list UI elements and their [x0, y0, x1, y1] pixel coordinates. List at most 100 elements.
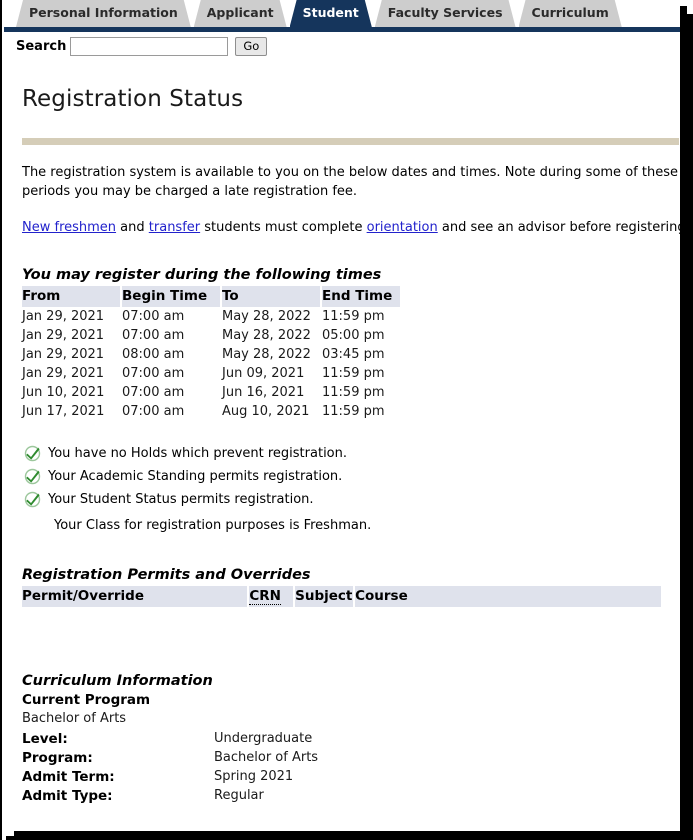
table-header-row: Permit/Override CRN Subject Course: [22, 586, 661, 607]
status-check-item: You have no Holds which prevent registra…: [22, 445, 693, 462]
curriculum-row: Level: Undergraduate: [22, 730, 318, 749]
cell-to: Aug 10, 2021: [222, 404, 310, 419]
green-check-icon: [24, 491, 41, 508]
cell-end: 05:00 pm: [322, 328, 385, 343]
curriculum-row: Admit Term: Spring 2021: [22, 768, 318, 787]
table-row: Jan 29, 2021 07:00 am May 28, 2022 05:00 pm: [22, 326, 400, 345]
cell-to: Jun 16, 2021: [222, 385, 305, 400]
notice-text-2: students must complete: [200, 220, 367, 235]
curriculum-field-label: Admit Term:: [22, 769, 115, 785]
search-label: Search: [16, 39, 67, 54]
cell-end: 11:59 pm: [322, 385, 385, 400]
curriculum-field-value: Undergraduate: [214, 731, 313, 746]
cell-from: Jan 29, 2021: [22, 309, 105, 324]
curriculum-heading: Curriculum Information: [22, 673, 213, 689]
registration-status-checklist: You have no Holds which prevent registra…: [22, 445, 693, 534]
curriculum-section: Curriculum Information Current Program B…: [22, 673, 693, 806]
column-header-crn: CRN: [249, 586, 296, 607]
register-times-heading: You may register during the following ti…: [22, 267, 382, 283]
table-row: Jun 17, 2021 07:00 am Aug 10, 2021 11:59 pm: [22, 402, 400, 421]
search-input[interactable]: [70, 37, 229, 56]
table-row: Jan 29, 2021 07:00 am May 28, 2022 11:59 pm: [22, 307, 400, 326]
column-header-subject: Subject: [295, 586, 356, 607]
page-right-border: [680, 14, 693, 840]
page-frame: Personal Information Applicant Student F…: [0, 0, 693, 840]
register-times-section: You may register during the following ti…: [22, 267, 693, 421]
curriculum-field-value: Bachelor of Arts: [214, 750, 319, 765]
curriculum-table-body: Level: Undergraduate Program: Bachelor of A…: [22, 730, 318, 806]
tab-curriculum[interactable]: Curriculum: [519, 0, 622, 27]
new-freshmen-link[interactable]: New freshmen: [22, 220, 116, 235]
notice-text-3: and see an advisor before registering fo…: [441, 220, 693, 235]
intro-paragraph: The registration system is available to …: [22, 165, 678, 199]
curriculum-table: Level: Undergraduate Program: Bachelor of A…: [22, 730, 318, 806]
cell-to: May 28, 2022: [222, 309, 311, 324]
cell-end: 11:59 pm: [322, 309, 385, 324]
curriculum-subheading: Current Program: [22, 692, 151, 708]
orientation-link[interactable]: orientation: [367, 220, 438, 235]
status-check-label: Your Academic Standing permits registrat…: [48, 469, 343, 484]
table-row: Jun 10, 2021 07:00 am Jun 16, 2021 11:59 pm: [22, 383, 400, 402]
status-check-item: Your Student Status permits registration…: [22, 491, 693, 508]
orientation-notice: New freshmen and transfer students must …: [22, 218, 693, 237]
cell-begin: 07:00 am: [122, 366, 185, 381]
cell-end: 11:59 pm: [322, 366, 385, 381]
column-header-permit-override: Permit/Override: [22, 586, 250, 607]
cell-from: Jan 29, 2021: [22, 347, 105, 362]
table-row: Jan 29, 2021 07:00 am Jun 09, 2021 11:59 pm: [22, 364, 400, 383]
column-header-end-time: End Time: [322, 286, 400, 307]
page-title: Registration Status: [22, 86, 244, 112]
cell-from: Jun 10, 2021: [22, 385, 105, 400]
title-divider: [22, 138, 679, 145]
cell-begin: 07:00 am: [122, 309, 185, 324]
column-header-from: From: [22, 286, 122, 307]
status-check-item: Your Class for registration purposes is …: [22, 517, 693, 534]
status-check-label: You have no Holds which prevent registra…: [48, 446, 347, 461]
status-check-label: Your Class for registration purposes is …: [54, 518, 372, 533]
cell-end: 11:59 pm: [322, 404, 385, 419]
cell-to: May 28, 2022: [222, 328, 311, 343]
curriculum-row: Admit Type: Regular: [22, 787, 318, 806]
permits-table: Permit/Override CRN Subject Course: [22, 586, 661, 607]
curriculum-field-label: Program:: [22, 750, 93, 766]
page-bottom-border-taper: [2, 831, 14, 840]
main-content: Registration Status The registration sys…: [2, 86, 693, 806]
status-check-item: Your Academic Standing permits registrat…: [22, 468, 693, 485]
cell-from: Jun 17, 2021: [22, 404, 105, 419]
status-check-label: Your Student Status permits registration…: [48, 492, 314, 507]
tab-applicant[interactable]: Applicant: [194, 0, 287, 27]
crn-abbreviation: CRN: [249, 588, 281, 605]
search-go-button[interactable]: Go: [235, 37, 268, 56]
table-row: Jan 29, 2021 08:00 am May 28, 2022 03:45 pm: [22, 345, 400, 364]
permits-section: Registration Permits and Overrides Permi…: [22, 567, 693, 607]
page-right-border-notch: [680, 0, 693, 14]
column-header-to: To: [222, 286, 322, 307]
cell-to: Jun 09, 2021: [222, 366, 305, 381]
curriculum-field-label: Level:: [22, 731, 68, 747]
tab-student[interactable]: Student: [290, 0, 372, 27]
cell-from: Jan 29, 2021: [22, 366, 105, 381]
cell-begin: 07:00 am: [122, 328, 185, 343]
transfer-link[interactable]: transfer: [149, 220, 200, 235]
main-tab-bar: Personal Information Applicant Student F…: [2, 0, 693, 32]
cell-begin: 07:00 am: [122, 385, 185, 400]
curriculum-field-value: Spring 2021: [214, 769, 294, 784]
curriculum-field-value: Regular: [214, 788, 264, 803]
cell-to: May 28, 2022: [222, 347, 311, 362]
table-header-row: From Begin Time To End Time: [22, 286, 400, 307]
cell-begin: 07:00 am: [122, 404, 185, 419]
curriculum-row: Program: Bachelor of Arts: [22, 749, 318, 768]
tab-personal-information[interactable]: Personal Information: [16, 0, 191, 27]
permits-heading: Registration Permits and Overrides: [22, 567, 311, 583]
search-bar: Search Go: [2, 30, 693, 62]
tab-faculty-services[interactable]: Faculty Services: [375, 0, 516, 27]
curriculum-program-name: Bachelor of Arts: [22, 711, 127, 726]
page-bottom-border: [12, 831, 693, 840]
curriculum-field-label: Admit Type:: [22, 788, 113, 804]
green-check-icon: [24, 468, 41, 485]
column-header-begin-time: Begin Time: [122, 286, 222, 307]
green-check-icon: [24, 445, 41, 462]
cell-end: 03:45 pm: [322, 347, 385, 362]
cell-from: Jan 29, 2021: [22, 328, 105, 343]
register-times-table: From Begin Time To End Time Jan 29, 2021…: [22, 286, 400, 421]
